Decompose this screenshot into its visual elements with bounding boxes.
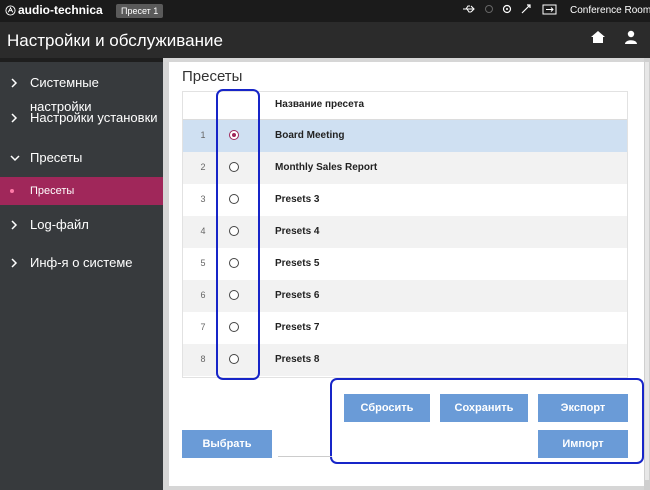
brand-logo: audio-technica: [5, 3, 103, 17]
sidebar-item-label: Пресеты: [30, 150, 83, 165]
sidebar-item-presets[interactable]: Пресеты: [0, 146, 163, 170]
sidebar-item-label: Log-файл: [30, 217, 89, 232]
sidebar-item-install-settings[interactable]: Настройки установки: [0, 106, 163, 130]
preset-name: Board Meeting: [275, 130, 345, 141]
header: Настройки и обслуживание: [0, 22, 650, 58]
home-icon[interactable]: [590, 30, 606, 44]
network-icon: [485, 5, 493, 13]
row-number: 1: [200, 130, 206, 140]
preset-name: Presets 8: [275, 354, 320, 365]
preset-name: Presets 4: [275, 226, 320, 237]
chevron-right-icon: [10, 251, 22, 283]
row-number: 4: [200, 226, 206, 236]
reset-button[interactable]: Сбросить: [344, 394, 430, 422]
preset-name: Presets 5: [275, 258, 320, 269]
page-header-title: Настройки и обслуживание: [7, 31, 223, 50]
preset-name: Presets 3: [275, 194, 320, 205]
brand-name: audio-technica: [18, 3, 103, 17]
audio-technica-logo-icon: [5, 4, 16, 16]
divider: [278, 456, 332, 457]
room-name: Conference Room 1: [570, 5, 650, 16]
row-number: 7: [200, 322, 206, 332]
chevron-right-icon: [10, 106, 22, 138]
preset-name: Presets 7: [275, 322, 320, 333]
column-header-preset-name: Название пресета: [275, 99, 365, 110]
row-number: 2: [200, 162, 206, 172]
sidebar-item-system-info[interactable]: Инф-я о системе: [0, 251, 163, 275]
import-button[interactable]: Импорт: [538, 430, 628, 458]
current-preset-badge: Пресет 1: [116, 4, 164, 18]
status-icons: [462, 3, 558, 15]
row-number: 8: [200, 354, 206, 364]
display-icon: [542, 4, 557, 14]
chevron-down-icon: [10, 146, 22, 178]
status-bar: audio-technica Пресет 1 Conference Room …: [0, 0, 650, 22]
sidebar-subitem-label: Пресеты: [30, 185, 75, 197]
sidebar-item-system-settings[interactable]: Системные настройки: [0, 71, 163, 114]
sidebar-item-log-file[interactable]: Log-файл: [0, 213, 163, 237]
sidebar-item-label: Инф-я о системе: [30, 255, 133, 270]
save-button[interactable]: Сохранить: [440, 394, 528, 422]
preset-name: Presets 6: [275, 290, 320, 301]
chevron-right-icon: [10, 213, 22, 245]
page-title: Пресеты: [182, 68, 243, 85]
row-number: 5: [200, 258, 206, 268]
active-dot-icon: [10, 189, 14, 193]
sidebar-subitem-presets-active[interactable]: Пресеты: [0, 177, 163, 205]
sidebar-item-label: Настройки установки: [30, 110, 158, 125]
hdmi-icon: [521, 4, 531, 14]
preset-name: Monthly Sales Report: [275, 162, 378, 173]
usb-icon: [463, 5, 475, 13]
radio-column-highlight: [216, 89, 260, 380]
chevron-right-icon: [10, 71, 22, 103]
row-number: 6: [200, 290, 206, 300]
select-button[interactable]: Выбрать: [182, 430, 272, 458]
row-number: 3: [200, 194, 206, 204]
export-button[interactable]: Экспорт: [538, 394, 628, 422]
user-icon[interactable]: [624, 30, 638, 44]
wifi-icon: [502, 4, 512, 14]
scrollbar-thumb[interactable]: [645, 62, 649, 480]
